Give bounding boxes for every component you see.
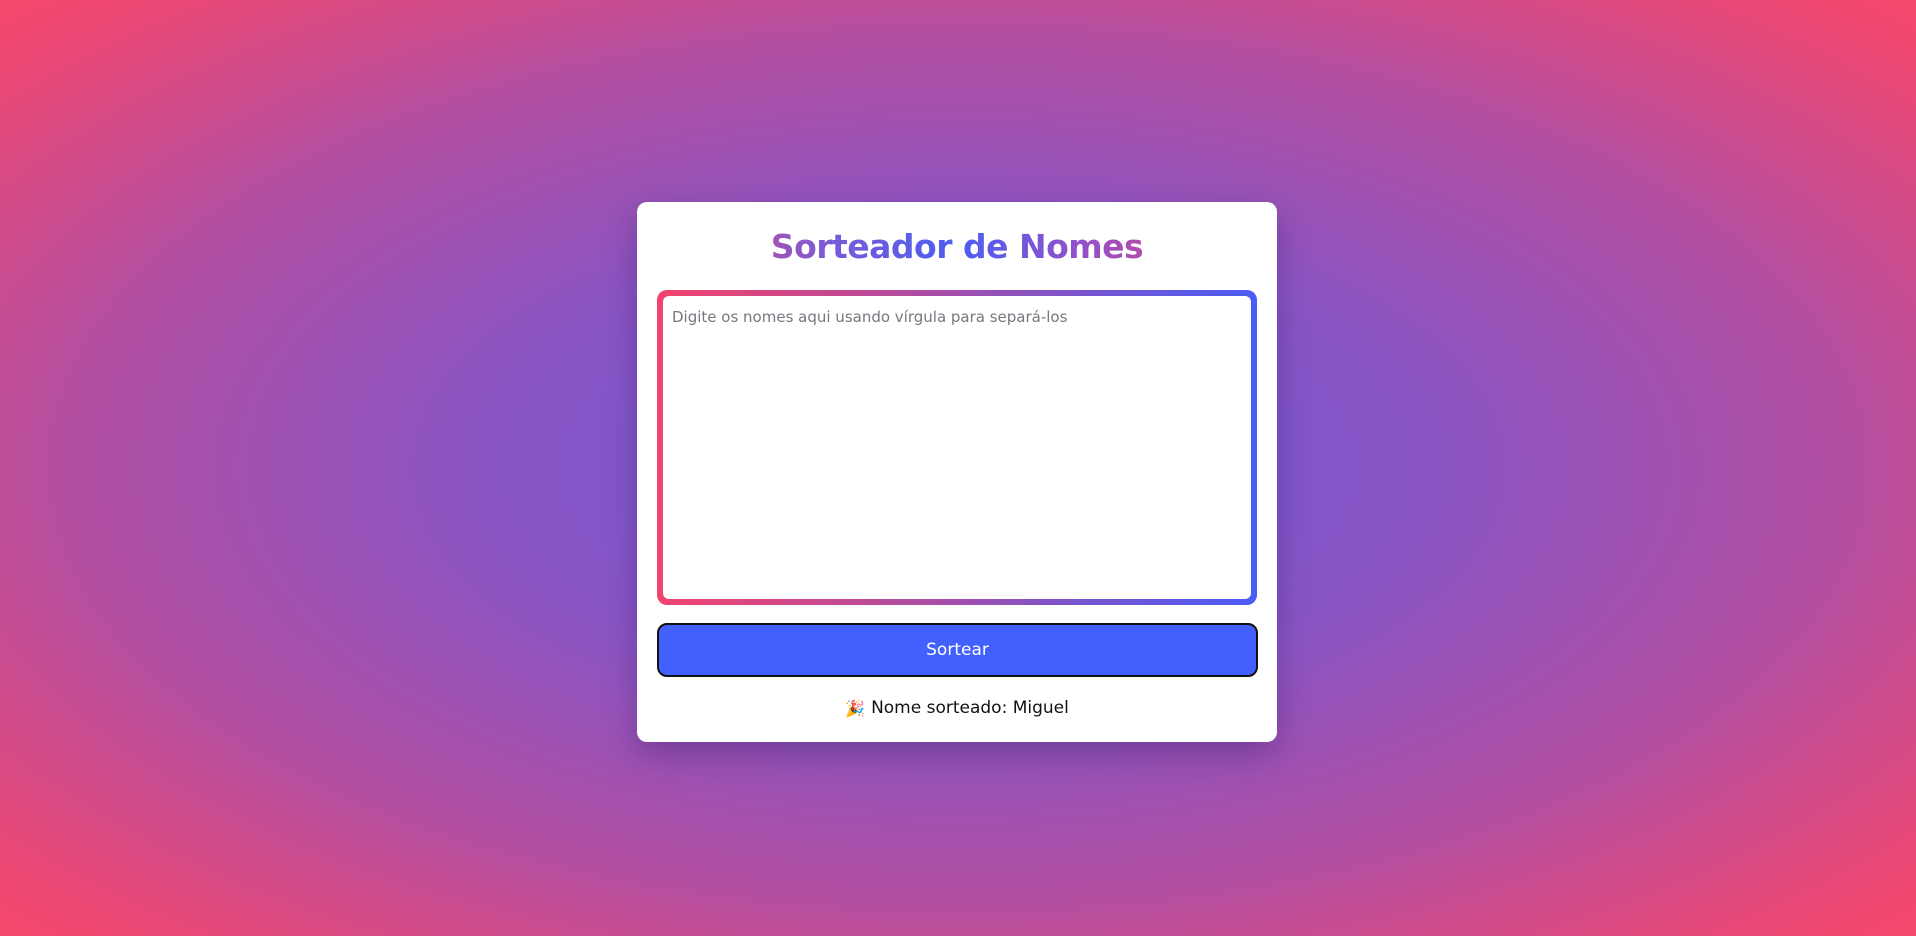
page-title: Sorteador de Nomes <box>637 224 1277 270</box>
draw-button[interactable]: Sortear <box>657 623 1258 677</box>
result-display: 🎉 Nome sorteado: Miguel <box>637 696 1277 721</box>
names-input-frame <box>657 290 1257 605</box>
draw-card: Sorteador de Nomes Sortear 🎉 Nome sortead… <box>637 202 1277 742</box>
names-input[interactable] <box>663 296 1251 599</box>
party-popper-icon: 🎉 <box>845 699 866 718</box>
result-text: Nome sorteado: Miguel <box>871 698 1069 718</box>
